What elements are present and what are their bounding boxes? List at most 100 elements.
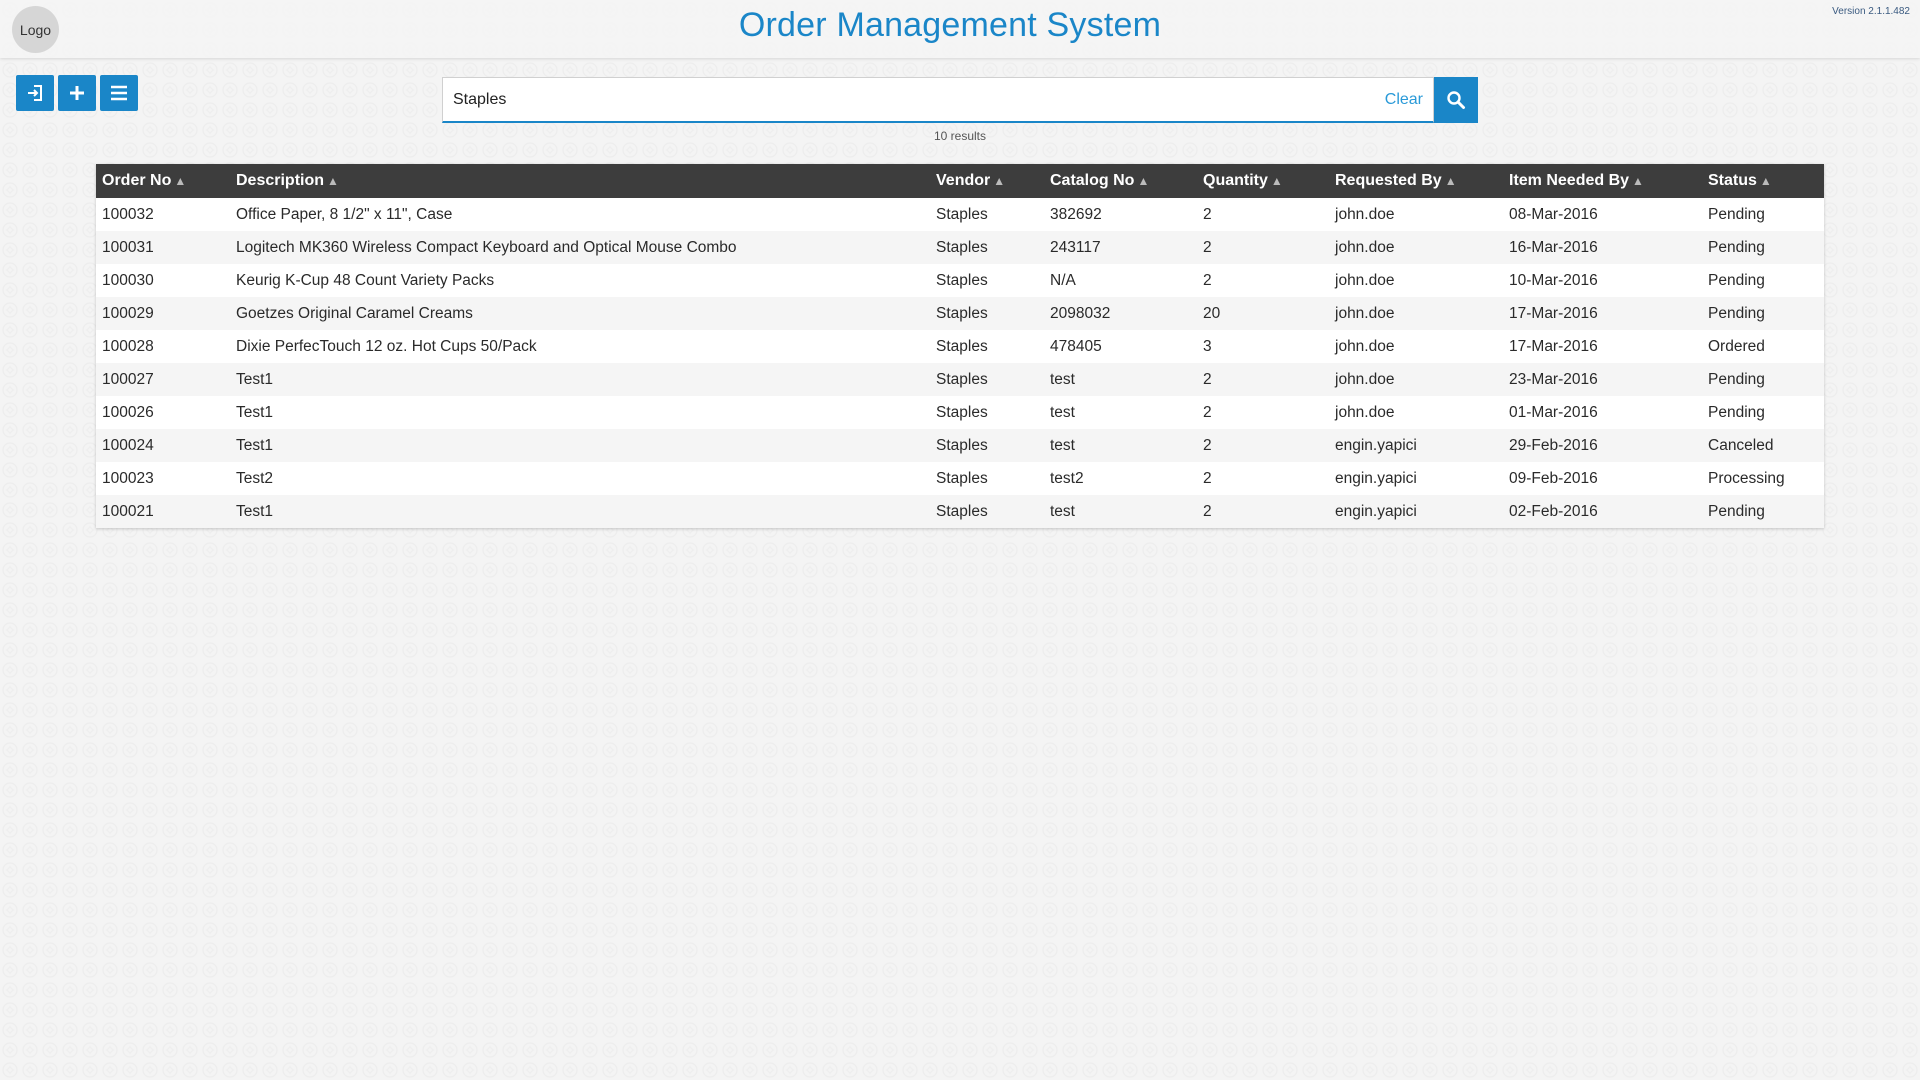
item-needed-by-cell: 10-Mar-2016: [1509, 271, 1598, 289]
table-row[interactable]: 100024 Test1 Staples test 2 engin.yapici 29-Fe…: [96, 429, 1824, 462]
quantity-cell: 2: [1203, 205, 1212, 223]
table-row[interactable]: 100026 Test1 Staples test 2 john.doe 01-Mar-20…: [96, 396, 1824, 429]
description-cell: Logitech MK360 Wireless Compact Keyboard…: [236, 238, 737, 256]
orders-table: Order No ▲ Description ▲ Vendor ▲ Catalog N…: [96, 164, 1824, 528]
order-no-cell: 100031: [102, 238, 154, 256]
order-no-cell: 100027: [102, 370, 154, 388]
vendor-cell: Staples: [936, 403, 988, 421]
table-row[interactable]: 100032 Office Paper, 8 1/2" x 11", Case St…: [96, 198, 1824, 231]
column-header-requested-by[interactable]: Requested By ▲: [1329, 164, 1503, 198]
quantity-cell: 2: [1203, 238, 1212, 256]
catalog-no-cell: test: [1050, 436, 1075, 454]
results-count: 10 results: [933, 129, 987, 143]
sort-arrow-icon: ▲: [993, 174, 1006, 188]
catalog-no-cell: test2: [1050, 469, 1084, 487]
quantity-cell: 3: [1203, 337, 1212, 355]
requested-by-cell: john.doe: [1335, 337, 1395, 355]
sort-arrow-icon: ▲: [1444, 174, 1457, 188]
quantity-cell: 2: [1203, 370, 1212, 388]
requested-by-cell: john.doe: [1335, 205, 1395, 223]
catalog-no-cell: test: [1050, 403, 1075, 421]
status-cell: Canceled: [1708, 436, 1774, 454]
catalog-no-cell: 478405: [1050, 337, 1102, 355]
sort-arrow-icon: ▲: [1270, 174, 1283, 188]
description-cell: Dixie PerfecTouch 12 oz. Hot Cups 50/Pac…: [236, 337, 537, 355]
requested-by-cell: john.doe: [1335, 304, 1395, 322]
table-row[interactable]: 100023 Test2 Staples test2 2 engin.yapici 09-F…: [96, 462, 1824, 495]
column-header-catalog-no[interactable]: Catalog No ▲: [1044, 164, 1197, 198]
sign-in-button[interactable]: [16, 75, 54, 111]
quantity-cell: 20: [1203, 304, 1221, 322]
sort-arrow-icon: ▲: [327, 174, 339, 188]
item-needed-by-cell: 16-Mar-2016: [1509, 238, 1598, 256]
description-cell: Test1: [236, 370, 274, 388]
requested-by-cell: john.doe: [1335, 271, 1395, 289]
plus-icon: [70, 86, 84, 100]
add-order-button[interactable]: [58, 75, 96, 111]
search-input[interactable]: [453, 90, 1385, 109]
column-header-vendor[interactable]: Vendor ▲: [930, 164, 1044, 198]
vendor-cell: Staples: [936, 370, 988, 388]
requested-by-cell: engin.yapici: [1335, 436, 1417, 454]
vendor-cell: Staples: [936, 205, 988, 223]
sign-in-icon: [28, 85, 42, 101]
item-needed-by-cell: 17-Mar-2016: [1509, 337, 1598, 355]
menu-icon: [111, 85, 127, 101]
table-row[interactable]: 100021 Test1 Staples test 2 engin.yapici 02-Fe…: [96, 495, 1824, 528]
quantity-cell: 2: [1203, 271, 1212, 289]
status-cell: Pending: [1708, 238, 1765, 256]
description-cell: Goetzes Original Caramel Creams: [236, 304, 473, 322]
description-cell: Keurig K-Cup 48 Count Variety Packs: [236, 271, 495, 289]
catalog-no-cell: 243117: [1050, 238, 1101, 256]
column-header-quantity[interactable]: Quantity ▲: [1197, 164, 1329, 198]
column-header-status[interactable]: Status ▲: [1702, 164, 1824, 198]
catalog-no-cell: N/A: [1050, 271, 1076, 289]
item-needed-by-cell: 09-Feb-2016: [1509, 469, 1598, 487]
sort-arrow-icon: ▲: [1137, 174, 1150, 188]
status-cell: Pending: [1708, 370, 1765, 388]
column-header-description[interactable]: Description ▲: [230, 164, 930, 198]
requested-by-cell: engin.yapici: [1335, 469, 1417, 487]
item-needed-by-cell: 02-Feb-2016: [1509, 502, 1598, 520]
status-cell: Pending: [1708, 403, 1765, 421]
requested-by-cell: john.doe: [1335, 370, 1395, 388]
status-cell: Ordered: [1708, 337, 1765, 355]
item-needed-by-cell: 01-Mar-2016: [1509, 403, 1598, 421]
vendor-cell: Staples: [936, 337, 988, 355]
order-no-cell: 100030: [102, 271, 154, 289]
vendor-cell: Staples: [936, 304, 988, 322]
status-cell: Pending: [1708, 304, 1765, 322]
description-cell: Test1: [236, 436, 274, 454]
clear-button[interactable]: Clear: [1385, 91, 1423, 109]
status-cell: Pending: [1708, 271, 1765, 289]
status-cell: Processing: [1708, 469, 1785, 487]
column-header-item-needed-by[interactable]: Item Needed By ▲: [1503, 164, 1702, 198]
quantity-cell: 2: [1203, 403, 1212, 421]
item-needed-by-cell: 08-Mar-2016: [1509, 205, 1598, 223]
requested-by-cell: engin.yapici: [1335, 502, 1417, 520]
toolbar: [16, 75, 138, 111]
table-row[interactable]: 100030 Keurig K-Cup 48 Count Variety Pack…: [96, 264, 1824, 297]
column-header-order-no[interactable]: Order No ▲: [96, 164, 230, 198]
table-row[interactable]: 100028 Dixie PerfecTouch 12 oz. Hot Cups …: [96, 330, 1824, 363]
vendor-cell: Staples: [936, 238, 988, 256]
vendor-cell: Staples: [936, 436, 988, 454]
status-cell: Pending: [1708, 502, 1765, 520]
menu-button[interactable]: [100, 75, 138, 111]
description-cell: Office Paper, 8 1/2" x 11", Case: [236, 205, 453, 223]
order-no-cell: 100032: [102, 205, 154, 223]
table-row[interactable]: 100029 Goetzes Original Caramel Creams Sta…: [96, 297, 1824, 330]
search-icon: [1447, 91, 1465, 109]
catalog-no-cell: 382692: [1050, 205, 1102, 223]
table-row[interactable]: 100031 Logitech MK360 Wireless Compact Ke…: [96, 231, 1824, 264]
table-header-row: Order No ▲ Description ▲ Vendor ▲ Catalog N…: [96, 164, 1824, 198]
sort-arrow-icon: ▲: [1632, 174, 1644, 188]
vendor-cell: Staples: [936, 469, 988, 487]
order-no-cell: 100024: [102, 436, 154, 454]
sort-arrow-icon: ▲: [174, 174, 187, 188]
item-needed-by-cell: 29-Feb-2016: [1509, 436, 1598, 454]
order-no-cell: 100021: [102, 502, 154, 520]
search-box: Clear: [442, 77, 1434, 123]
table-row[interactable]: 100027 Test1 Staples test 2 john.doe 23-Mar-20…: [96, 363, 1824, 396]
search-button[interactable]: [1434, 77, 1478, 123]
